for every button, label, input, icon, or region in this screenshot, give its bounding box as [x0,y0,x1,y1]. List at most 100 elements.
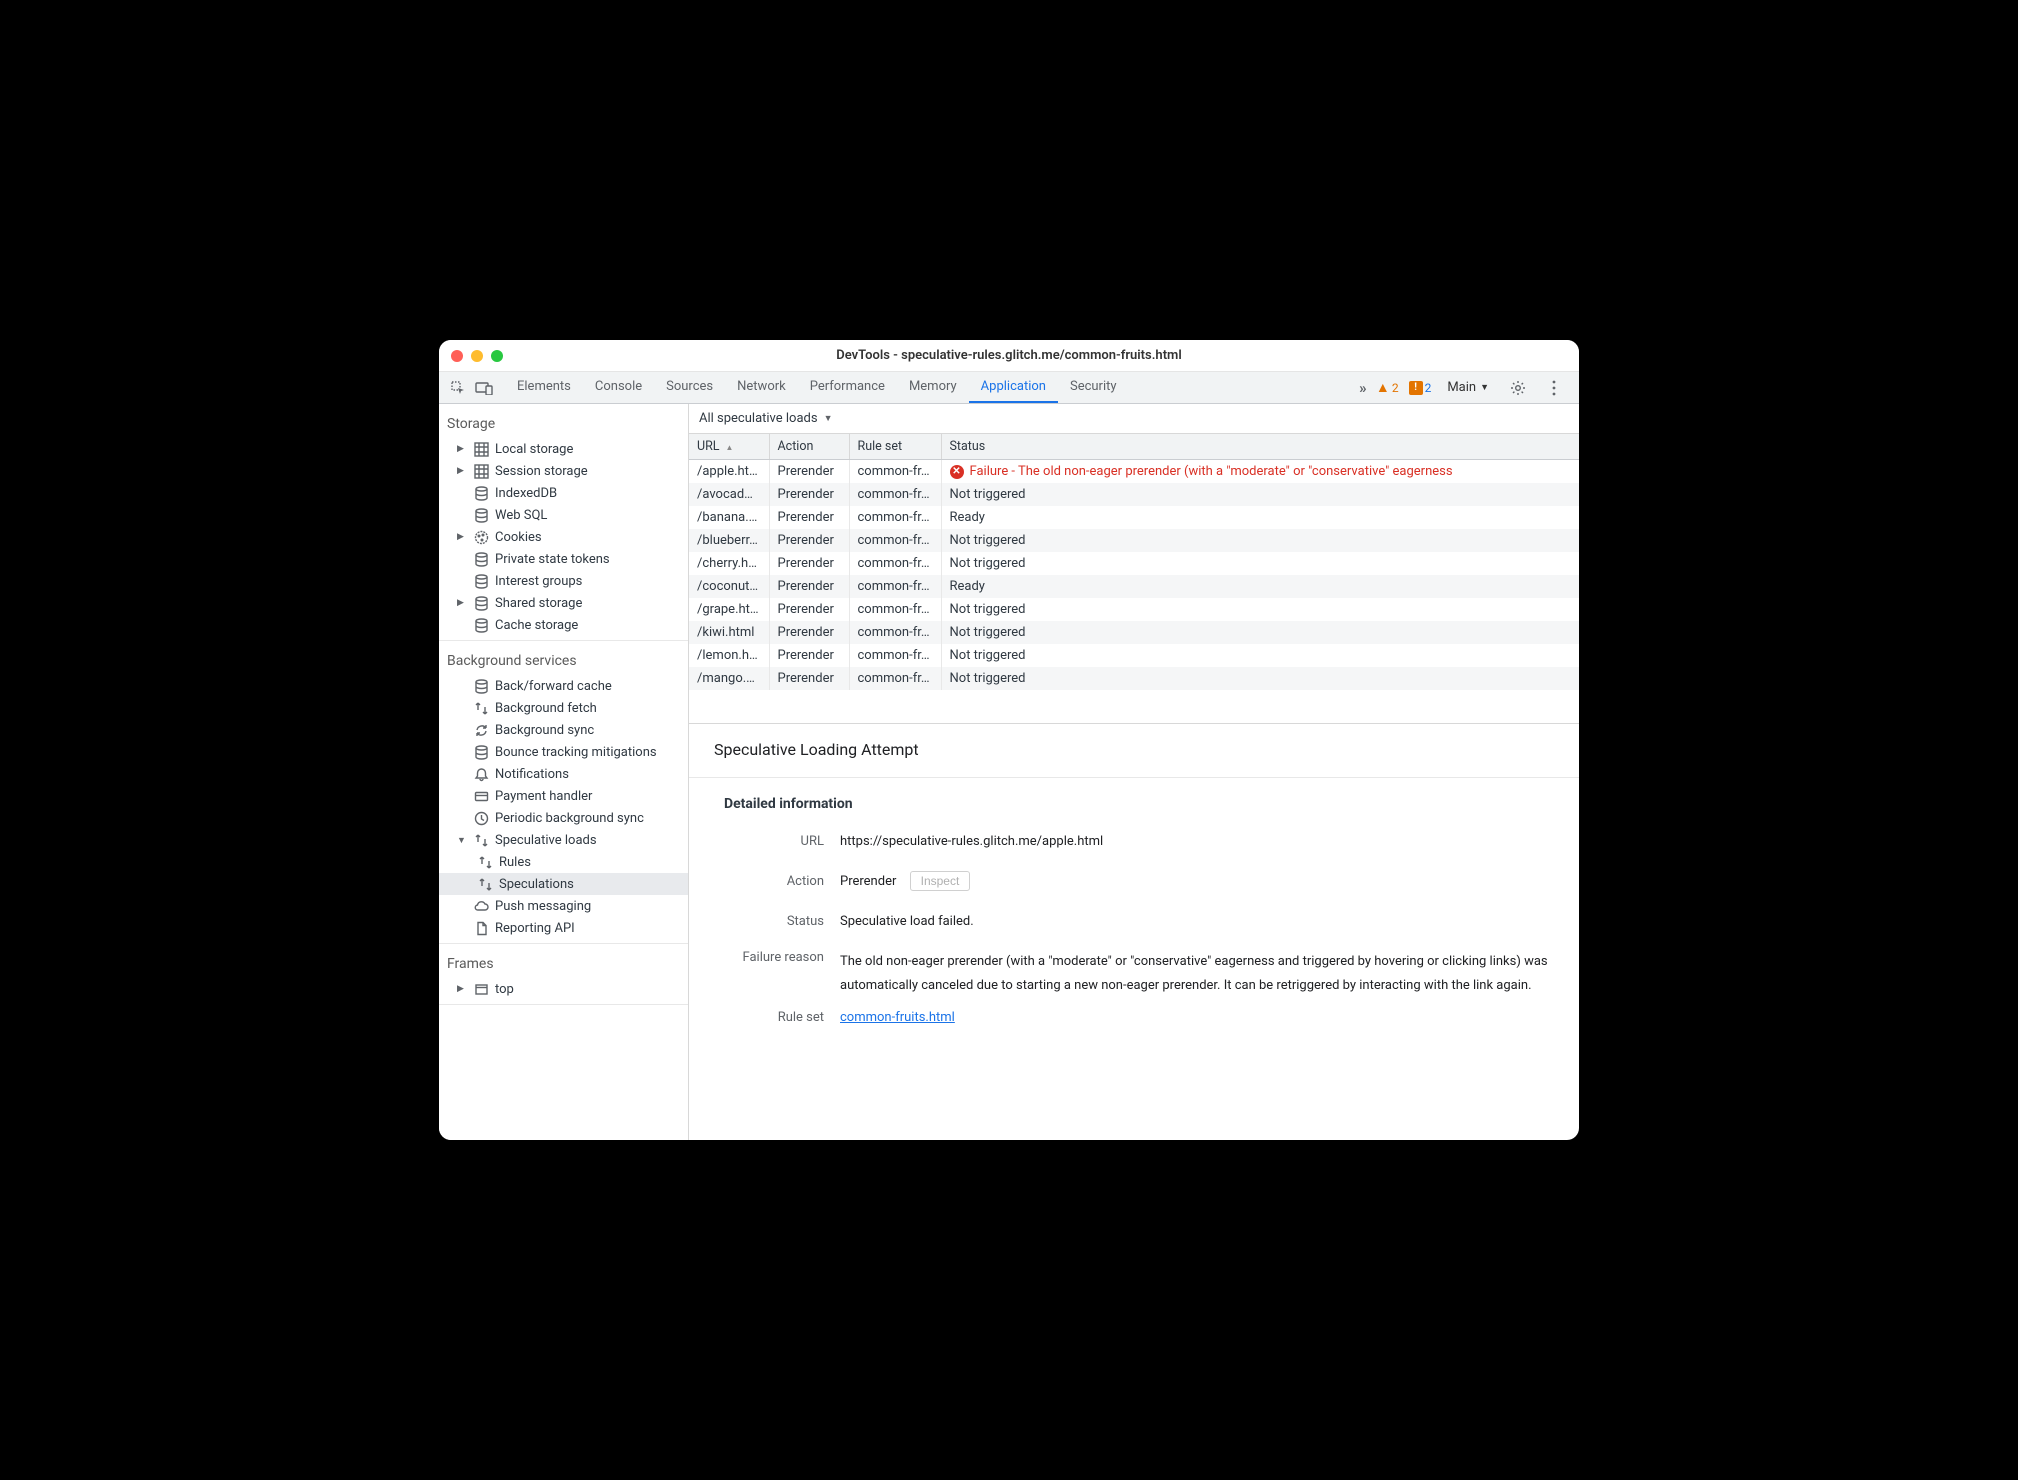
tab-memory[interactable]: Memory [897,372,969,403]
cell-ruleset: common-fr… [849,506,941,529]
table-row[interactable]: /coconut…Prerendercommon-fr…Ready [689,575,1579,598]
arrows-icon [473,700,489,716]
tab-performance[interactable]: Performance [798,372,897,403]
table-row[interactable]: /blueberr…Prerendercommon-fr…Not trigger… [689,529,1579,552]
sidebar-item-web-sql[interactable]: Web SQL [439,504,688,526]
cell-status: Ready [941,506,1579,529]
detail-ruleset-label: Rule set [714,1010,824,1025]
sidebar-item-reporting-api[interactable]: Reporting API [439,917,688,939]
issues-badge[interactable]: ! 2 [1409,381,1432,395]
settings-icon[interactable] [1505,375,1531,401]
sidebar-item-label: Notifications [495,767,569,782]
sidebar-item-cache-storage[interactable]: Cache storage [439,614,688,636]
device-toggle-icon[interactable] [471,375,497,401]
cell-action: Prerender [769,667,849,690]
toolbar-right: ▲ 2 ! 2 Main ▼ [1376,375,1573,401]
main-toolbar: ElementsConsoleSourcesNetworkPerformance… [439,372,1579,404]
inspect-button[interactable]: Inspect [910,871,971,891]
grid-icon [473,463,489,479]
cell-url: /grape.html [689,598,769,621]
sidebar-item-label: Push messaging [495,899,591,914]
detail-action-row: Action Prerender Inspect [714,870,1559,894]
inspect-element-icon[interactable] [445,375,471,401]
sidebar-item-background-sync[interactable]: Background sync [439,719,688,741]
table-row[interactable]: /cherry.h…Prerendercommon-fr…Not trigger… [689,552,1579,575]
sidebar-item-label: Web SQL [495,508,547,523]
detail-action-value: Prerender Inspect [840,870,1559,894]
sidebar-item-label: Shared storage [495,596,582,611]
detail-ruleset-link[interactable]: common-fruits.html [840,1006,1559,1030]
sidebar-item-speculations[interactable]: Speculations [439,873,688,895]
sidebar-item-speculative-loads[interactable]: ▼Speculative loads [439,829,688,851]
table-row[interactable]: /apple.htmlPrerendercommon-fr…✕Failure -… [689,460,1579,484]
sidebar-item-indexeddb[interactable]: IndexedDB [439,482,688,504]
speculative-filter[interactable]: All speculative loads [699,411,818,426]
frame-selector-label: Main [1447,380,1476,395]
cell-ruleset: common-fr… [849,529,941,552]
frame-icon [473,981,489,997]
frame-selector[interactable]: Main ▼ [1441,380,1495,395]
sidebar-item-top[interactable]: ▶top [439,978,688,1000]
sidebar-item-bounce-tracking-mitigations[interactable]: Bounce tracking mitigations [439,741,688,763]
col-status[interactable]: Status [941,434,1579,460]
cell-action: Prerender [769,575,849,598]
sidebar-item-private-state-tokens[interactable]: Private state tokens [439,548,688,570]
sidebar-item-label: IndexedDB [495,486,557,501]
arrows-icon [477,854,493,870]
chevron-down-icon[interactable]: ▼ [824,413,833,424]
col-url[interactable]: URL▲ [689,434,769,460]
sidebar-item-notifications[interactable]: Notifications [439,763,688,785]
tab-console[interactable]: Console [583,372,654,403]
cell-ruleset: common-fr… [849,667,941,690]
sidebar-item-label: Periodic background sync [495,811,644,826]
sidebar-item-session-storage[interactable]: ▶Session storage [439,460,688,482]
speculations-table-wrap[interactable]: URL▲ActionRule setStatus /apple.htmlPrer… [689,434,1579,724]
sidebar-item-shared-storage[interactable]: ▶Shared storage [439,592,688,614]
sidebar-item-interest-groups[interactable]: Interest groups [439,570,688,592]
more-tabs-icon[interactable]: » [1350,375,1376,401]
tab-security[interactable]: Security [1058,372,1129,403]
tab-network[interactable]: Network [725,372,798,403]
cell-status: Not triggered [941,552,1579,575]
sidebar-item-label: Background fetch [495,701,597,716]
minimize-icon[interactable] [471,350,483,362]
sidebar-item-payment-handler[interactable]: Payment handler [439,785,688,807]
tab-elements[interactable]: Elements [505,372,583,403]
cell-url: /coconut… [689,575,769,598]
application-sidebar: Storage▶Local storage▶Session storageInd… [439,404,689,1140]
table-row[interactable]: /grape.htmlPrerendercommon-fr…Not trigge… [689,598,1579,621]
zoom-icon[interactable] [491,350,503,362]
cell-action: Prerender [769,483,849,506]
col-action[interactable]: Action [769,434,849,460]
warnings-badge[interactable]: ▲ 2 [1376,381,1399,395]
sidebar-item-label: Cache storage [495,618,578,633]
table-row[interactable]: /kiwi.htmlPrerendercommon-fr…Not trigger… [689,621,1579,644]
sidebar-item-back-forward-cache[interactable]: Back/forward cache [439,675,688,697]
sidebar-item-background-fetch[interactable]: Background fetch [439,697,688,719]
table-row[interactable]: /lemon.h…Prerendercommon-fr…Not triggere… [689,644,1579,667]
sidebar-item-label: Rules [499,855,531,870]
sidebar-heading: Background services [439,645,688,675]
tab-application[interactable]: Application [969,372,1058,403]
sidebar-item-label: Speculative loads [495,833,597,848]
table-row[interactable]: /mango.…Prerendercommon-fr…Not triggered [689,667,1579,690]
sidebar-item-rules[interactable]: Rules [439,851,688,873]
sidebar-item-push-messaging[interactable]: Push messaging [439,895,688,917]
col-rule-set[interactable]: Rule set [849,434,941,460]
sidebar-item-label: Back/forward cache [495,679,612,694]
sidebar-item-local-storage[interactable]: ▶Local storage [439,438,688,460]
sidebar-item-periodic-background-sync[interactable]: Periodic background sync [439,807,688,829]
expand-icon: ▶ [457,466,467,476]
table-row[interactable]: /banana.…Prerendercommon-fr…Ready [689,506,1579,529]
kebab-menu-icon[interactable] [1541,375,1567,401]
table-row[interactable]: /avocad…Prerendercommon-fr…Not triggered [689,483,1579,506]
cell-ruleset: common-fr… [849,552,941,575]
db-icon [473,678,489,694]
db-icon [473,595,489,611]
sidebar-item-cookies[interactable]: ▶Cookies [439,526,688,548]
cell-action: Prerender [769,506,849,529]
cell-action: Prerender [769,552,849,575]
tab-sources[interactable]: Sources [654,372,725,403]
cell-action: Prerender [769,460,849,484]
close-icon[interactable] [451,350,463,362]
